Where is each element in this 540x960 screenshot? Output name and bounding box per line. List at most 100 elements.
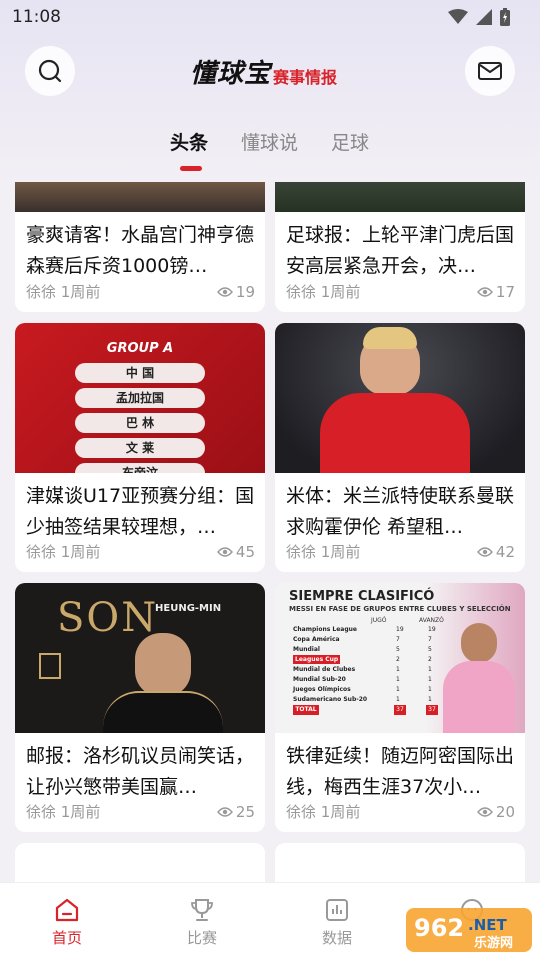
- nav-home[interactable]: 首页: [32, 897, 102, 948]
- stats-row-advanced: 1: [428, 696, 432, 703]
- news-time: 1周前: [60, 543, 101, 561]
- stats-row: Mundial 5 5: [293, 645, 443, 654]
- view-count: 17: [476, 283, 515, 301]
- eye-icon: [216, 286, 233, 297]
- news-card[interactable]: 豪爽请客！水晶宫门神亨德森赛后斥资1000镑… 徐徐 1周前 19: [15, 182, 265, 312]
- news-card[interactable]: SIEMPRE CLASIFICÓ MESSI EN FASE DE GRUPO…: [275, 583, 525, 832]
- stats-row-played: 1: [396, 676, 400, 683]
- news-meta: 徐徐 1周前 25: [26, 801, 255, 822]
- stats-row-played: 1: [396, 696, 400, 703]
- stats-row-advanced: 1: [428, 676, 432, 683]
- nav-data[interactable]: 数据: [302, 897, 372, 948]
- news-card[interactable]: [275, 843, 525, 882]
- status-icons: [448, 8, 510, 26]
- player-shirt: [103, 691, 223, 733]
- mail-icon: [478, 62, 502, 80]
- stats-row-played: 7: [396, 636, 400, 643]
- status-bar: 11:08: [0, 0, 540, 34]
- home-icon: [55, 898, 79, 922]
- battery-icon: [500, 8, 510, 26]
- news-card[interactable]: GROUP A 中 国 孟加拉国 巴 林 文 莱 东帝汶 津媒谈U17亚预赛分组…: [15, 323, 265, 572]
- stats-row: Mundial Sub-20 1 1: [293, 675, 443, 684]
- news-thumbnail: [275, 182, 525, 212]
- app-header: 懂球宝 赛事情报: [0, 46, 540, 102]
- stats-row-played: 1: [396, 686, 400, 693]
- group-team: 东帝汶: [75, 463, 205, 473]
- news-time: 1周前: [60, 283, 101, 301]
- news-time: 1周前: [320, 803, 361, 821]
- news-title: 邮报：洛杉矶议员闹笑话，让孙兴慜带美国赢…: [26, 745, 255, 798]
- nav-home-label: 首页: [51, 929, 82, 947]
- stats-row-name: Champions League: [293, 626, 357, 633]
- news-thumbnail: SIEMPRE CLASIFICÓ MESSI EN FASE DE GRUPO…: [275, 583, 525, 733]
- group-heading: GROUP A: [106, 341, 174, 356]
- stats-row-played: 2: [396, 656, 400, 663]
- news-title: 足球报：上轮平津门虎后国安高层紧急开会，决…: [286, 224, 515, 277]
- signal-icon: [476, 9, 492, 25]
- eye-icon: [476, 286, 493, 297]
- view-count: 45: [216, 543, 255, 561]
- group-team: 孟加拉国: [75, 388, 205, 408]
- col-advanced: AVANZÓ: [419, 617, 444, 624]
- news-thumbnail: [275, 323, 525, 473]
- stats-row: Mundial de Clubes 1 1: [293, 665, 443, 674]
- news-meta: 徐徐 1周前 19: [26, 281, 255, 302]
- stats-row-name: Mundial de Clubes: [293, 666, 356, 673]
- news-card[interactable]: 米体：米兰派特使联系曼联求购霍伊伦 希望租… 徐徐 1周前 42: [275, 323, 525, 572]
- status-time: 11:08: [12, 7, 61, 27]
- player-hair: [363, 327, 417, 349]
- news-title: 豪爽请客！水晶宫门神亨德森赛后斥资1000镑…: [26, 224, 255, 277]
- tab-football[interactable]: 足球: [331, 128, 369, 155]
- nav-matches[interactable]: 比赛: [167, 897, 237, 948]
- app-logo: 懂球宝 赛事情报: [190, 58, 337, 90]
- news-title: 铁律延续！随迈阿密国际出线，梅西生涯37次小…: [286, 745, 515, 798]
- news-thumbnail: SON HEUNG-MIN: [15, 583, 265, 733]
- message-button[interactable]: [465, 46, 515, 96]
- eye-icon: [216, 806, 233, 817]
- trophy-icon: [191, 899, 213, 921]
- watermark-net: .NET: [468, 916, 507, 934]
- news-title: 米体：米兰派特使联系曼联求购霍伊伦 希望租…: [286, 485, 515, 538]
- stats-row-advanced: 2: [428, 656, 432, 663]
- news-meta: 徐徐 1周前 45: [26, 541, 255, 562]
- stats-row-played: 1: [396, 666, 400, 673]
- view-count: 19: [216, 283, 255, 301]
- news-thumbnail: GROUP A 中 国 孟加拉国 巴 林 文 莱 东帝汶: [15, 323, 265, 473]
- watermark-number: 962: [414, 914, 464, 942]
- stats-row: Juegos Olímpicos 1 1: [293, 685, 443, 694]
- news-author: 徐徐: [286, 543, 317, 561]
- stats-row: Copa América 7 7: [293, 635, 443, 644]
- news-feed[interactable]: 豪爽请客！水晶宫门神亨德森赛后斥资1000镑… 徐徐 1周前 19 足球报：上轮…: [0, 182, 540, 882]
- chart-icon: [326, 899, 348, 921]
- player-shirt: [320, 393, 470, 473]
- stats-row: Leagues Cup 2 2: [293, 655, 443, 664]
- stats-row-name: Juegos Olímpicos: [293, 686, 351, 693]
- tab-headlines[interactable]: 头条: [170, 128, 208, 155]
- news-time: 1周前: [320, 283, 361, 301]
- news-author: 徐徐: [26, 283, 57, 301]
- news-card[interactable]: 足球报：上轮平津门虎后国安高层紧急开会，决… 徐徐 1周前 17: [275, 182, 525, 312]
- player-head: [135, 633, 191, 697]
- search-button[interactable]: [25, 46, 75, 96]
- stats-row-name: Mundial Sub-20: [293, 676, 346, 683]
- wifi-icon: [448, 9, 468, 24]
- news-card[interactable]: [15, 843, 265, 882]
- stats-row-advanced: 1: [428, 666, 432, 673]
- news-card[interactable]: SON HEUNG-MIN 邮报：洛杉矶议员闹笑话，让孙兴慜带美国赢… 徐徐 1…: [15, 583, 265, 832]
- logo-sub-text: 赛事情报: [273, 68, 338, 87]
- news-author: 徐徐: [26, 543, 57, 561]
- stats-row-name: Copa América: [293, 636, 340, 643]
- total-played: 37: [394, 705, 406, 715]
- tab-dongqiushuo[interactable]: 懂球说: [241, 128, 298, 155]
- total-advanced: 37: [426, 705, 438, 715]
- stats-row-advanced: 7: [428, 636, 432, 643]
- nav-matches-label: 比赛: [186, 929, 217, 947]
- news-meta: 徐徐 1周前 17: [286, 281, 515, 302]
- stats-row-played: 19: [396, 626, 404, 633]
- stats-row-advanced: 1: [428, 686, 432, 693]
- news-meta: 徐徐 1周前 20: [286, 801, 515, 822]
- news-title: 津媒谈U17亚预赛分组：国少抽签结果较理想，…: [26, 485, 255, 538]
- group-team: 文 莱: [75, 438, 205, 458]
- messi-subtitle: MESSI EN FASE DE GRUPOS ENTRE CLUBES Y S…: [289, 605, 511, 613]
- logo-main-text: 懂球宝: [190, 59, 272, 89]
